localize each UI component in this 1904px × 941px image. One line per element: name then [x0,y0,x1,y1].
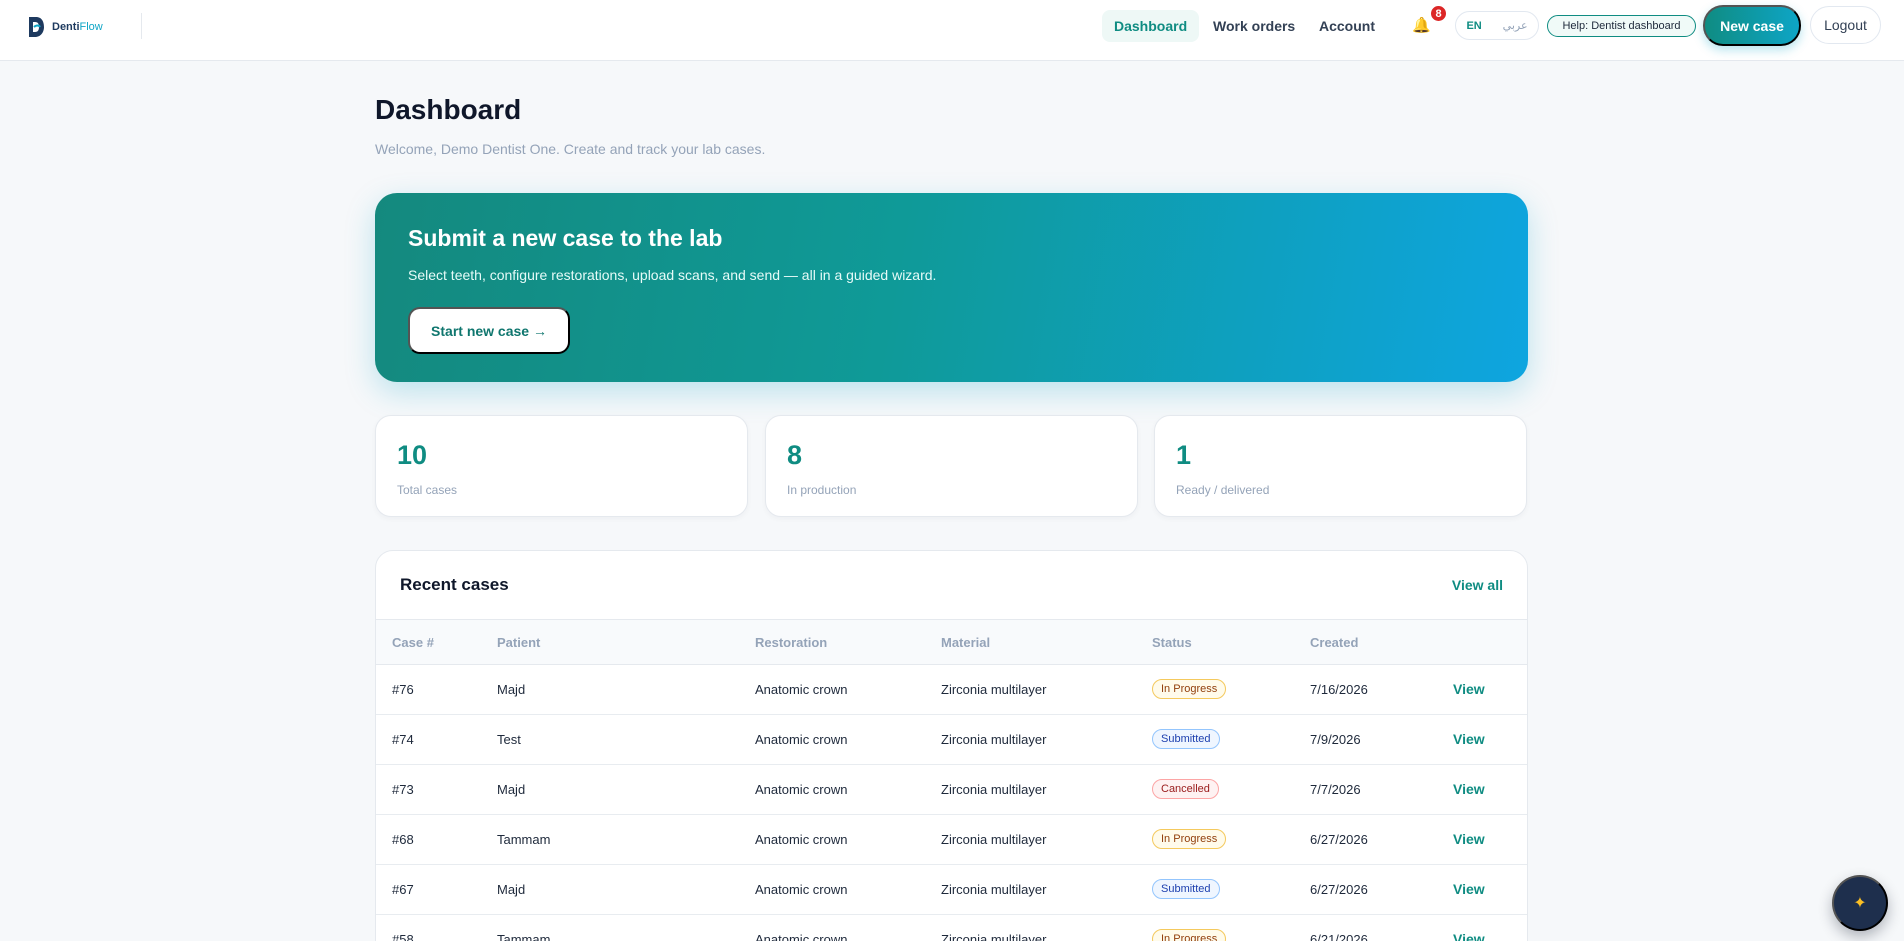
start-new-case-button[interactable]: Start new case → [408,307,570,354]
cell-patient: Tammam [497,932,551,941]
top-bar: DentiFlow Dashboard Work orders Account … [0,0,1904,61]
cell-patient: Majd [497,782,526,797]
col-case[interactable]: Case # [392,635,434,650]
cell-created: 6/27/2026 [1310,832,1368,847]
table-row[interactable]: #58 Tammam Anatomic crown Zirconia multi… [376,915,1527,941]
cell-case: #76 [392,682,414,697]
page-subtitle: Welcome, Demo Dentist One. Create and tr… [375,141,766,157]
col-patient[interactable]: Patient [497,635,540,650]
recent-cases-title: Recent cases [400,575,509,594]
cell-created: 7/9/2026 [1310,732,1361,747]
stat-label: Total cases [397,483,458,497]
stat-value: 10 [397,440,428,470]
assistant-button[interactable]: ✦ [1832,875,1888,931]
cell-created: 7/7/2026 [1310,782,1361,797]
cell-case: #68 [392,832,414,847]
view-case-link[interactable]: View [1453,731,1485,747]
view-case-link[interactable]: View [1453,831,1485,847]
cell-restoration: Anatomic crown [755,932,848,941]
cell-case: #67 [392,882,414,897]
cell-material: Zirconia multilayer [941,782,1047,797]
header-divider [141,13,142,39]
bell-icon[interactable]: 🔔 [1412,16,1431,34]
view-case-link[interactable]: View [1453,781,1485,797]
cell-created: 6/27/2026 [1310,882,1368,897]
cell-patient: Tammam [497,832,551,847]
cell-created: 7/16/2026 [1310,682,1368,697]
cell-restoration: Anatomic crown [755,832,848,847]
stat-value: 1 [1176,440,1192,470]
table-row[interactable]: #74 Test Anatomic crown Zirconia multila… [376,715,1527,765]
view-all-link[interactable]: View all [1452,577,1503,593]
table-row[interactable]: #73 Majd Anatomic crown Zirconia multila… [376,765,1527,815]
nav-dashboard[interactable]: Dashboard [1102,10,1200,42]
sparkle-icon: ✦ [1853,895,1867,912]
cell-material: Zirconia multilayer [941,682,1047,697]
col-status[interactable]: Status [1152,635,1192,650]
table-row[interactable]: #68 Tammam Anatomic crown Zirconia multi… [376,815,1527,865]
cell-case: #58 [392,932,414,941]
nav-work-orders[interactable]: Work orders [1201,10,1307,42]
status-badge: Submitted [1152,879,1220,899]
status-badge: In Progress [1152,829,1227,849]
new-case-button[interactable]: New case [1703,5,1801,46]
notification-count-badge: 8 [1429,4,1448,23]
col-material[interactable]: Material [941,635,990,650]
view-case-link[interactable]: View [1453,881,1485,897]
logout-button[interactable]: Logout [1810,6,1881,44]
cell-material: Zirconia multilayer [941,732,1047,747]
cell-created: 6/21/2026 [1310,932,1368,941]
view-case-link[interactable]: View [1453,931,1485,941]
cell-patient: Majd [497,682,526,697]
table-header: Case # Patient Restoration Material Stat… [376,619,1527,665]
status-badge: In Progress [1152,679,1227,699]
status-badge: Cancelled [1152,779,1219,799]
lang-ar-option[interactable]: عربي [1503,19,1528,32]
logo-mark-icon [29,17,44,37]
stat-card-ready: 1 Ready / delivered [1154,415,1527,517]
status-badge: In Progress [1152,929,1227,941]
new-case-hero: Submit a new case to the lab Select teet… [375,193,1528,382]
hero-text: Select teeth, configure restorations, up… [408,267,937,283]
help-button[interactable]: Help: Dentist dashboard [1547,15,1696,37]
cell-patient: Majd [497,882,526,897]
cell-case: #73 [392,782,414,797]
lang-en-option[interactable]: EN [1466,20,1481,32]
stat-card-in-production: 8 In production [765,415,1138,517]
cell-case: #74 [392,732,414,747]
nav-account[interactable]: Account [1307,10,1387,42]
recent-cases-card: Recent cases View all Case # Patient Res… [375,550,1528,941]
cell-patient: Test [497,732,521,747]
stat-label: In production [787,483,857,497]
table-row[interactable]: #67 Majd Anatomic crown Zirconia multila… [376,865,1527,915]
brand-logo[interactable]: DentiFlow [26,14,103,40]
cell-restoration: Anatomic crown [755,882,848,897]
cell-restoration: Anatomic crown [755,682,848,697]
col-created[interactable]: Created [1310,635,1358,650]
cell-material: Zirconia multilayer [941,932,1047,941]
brand-name: DentiFlow [52,21,103,33]
stat-value: 8 [787,440,803,470]
hero-title: Submit a new case to the lab [408,225,723,251]
cell-restoration: Anatomic crown [755,732,848,747]
col-restoration[interactable]: Restoration [755,635,827,650]
page-title: Dashboard [375,94,522,125]
cell-material: Zirconia multilayer [941,882,1047,897]
stat-label: Ready / delivered [1176,483,1270,497]
status-badge: Submitted [1152,729,1220,749]
language-switcher: EN عربي [1455,11,1539,40]
cell-restoration: Anatomic crown [755,782,848,797]
stat-card-total: 10 Total cases [375,415,748,517]
table-row[interactable]: #76 Majd Anatomic crown Zirconia multila… [376,665,1527,715]
view-case-link[interactable]: View [1453,681,1485,697]
cell-material: Zirconia multilayer [941,832,1047,847]
